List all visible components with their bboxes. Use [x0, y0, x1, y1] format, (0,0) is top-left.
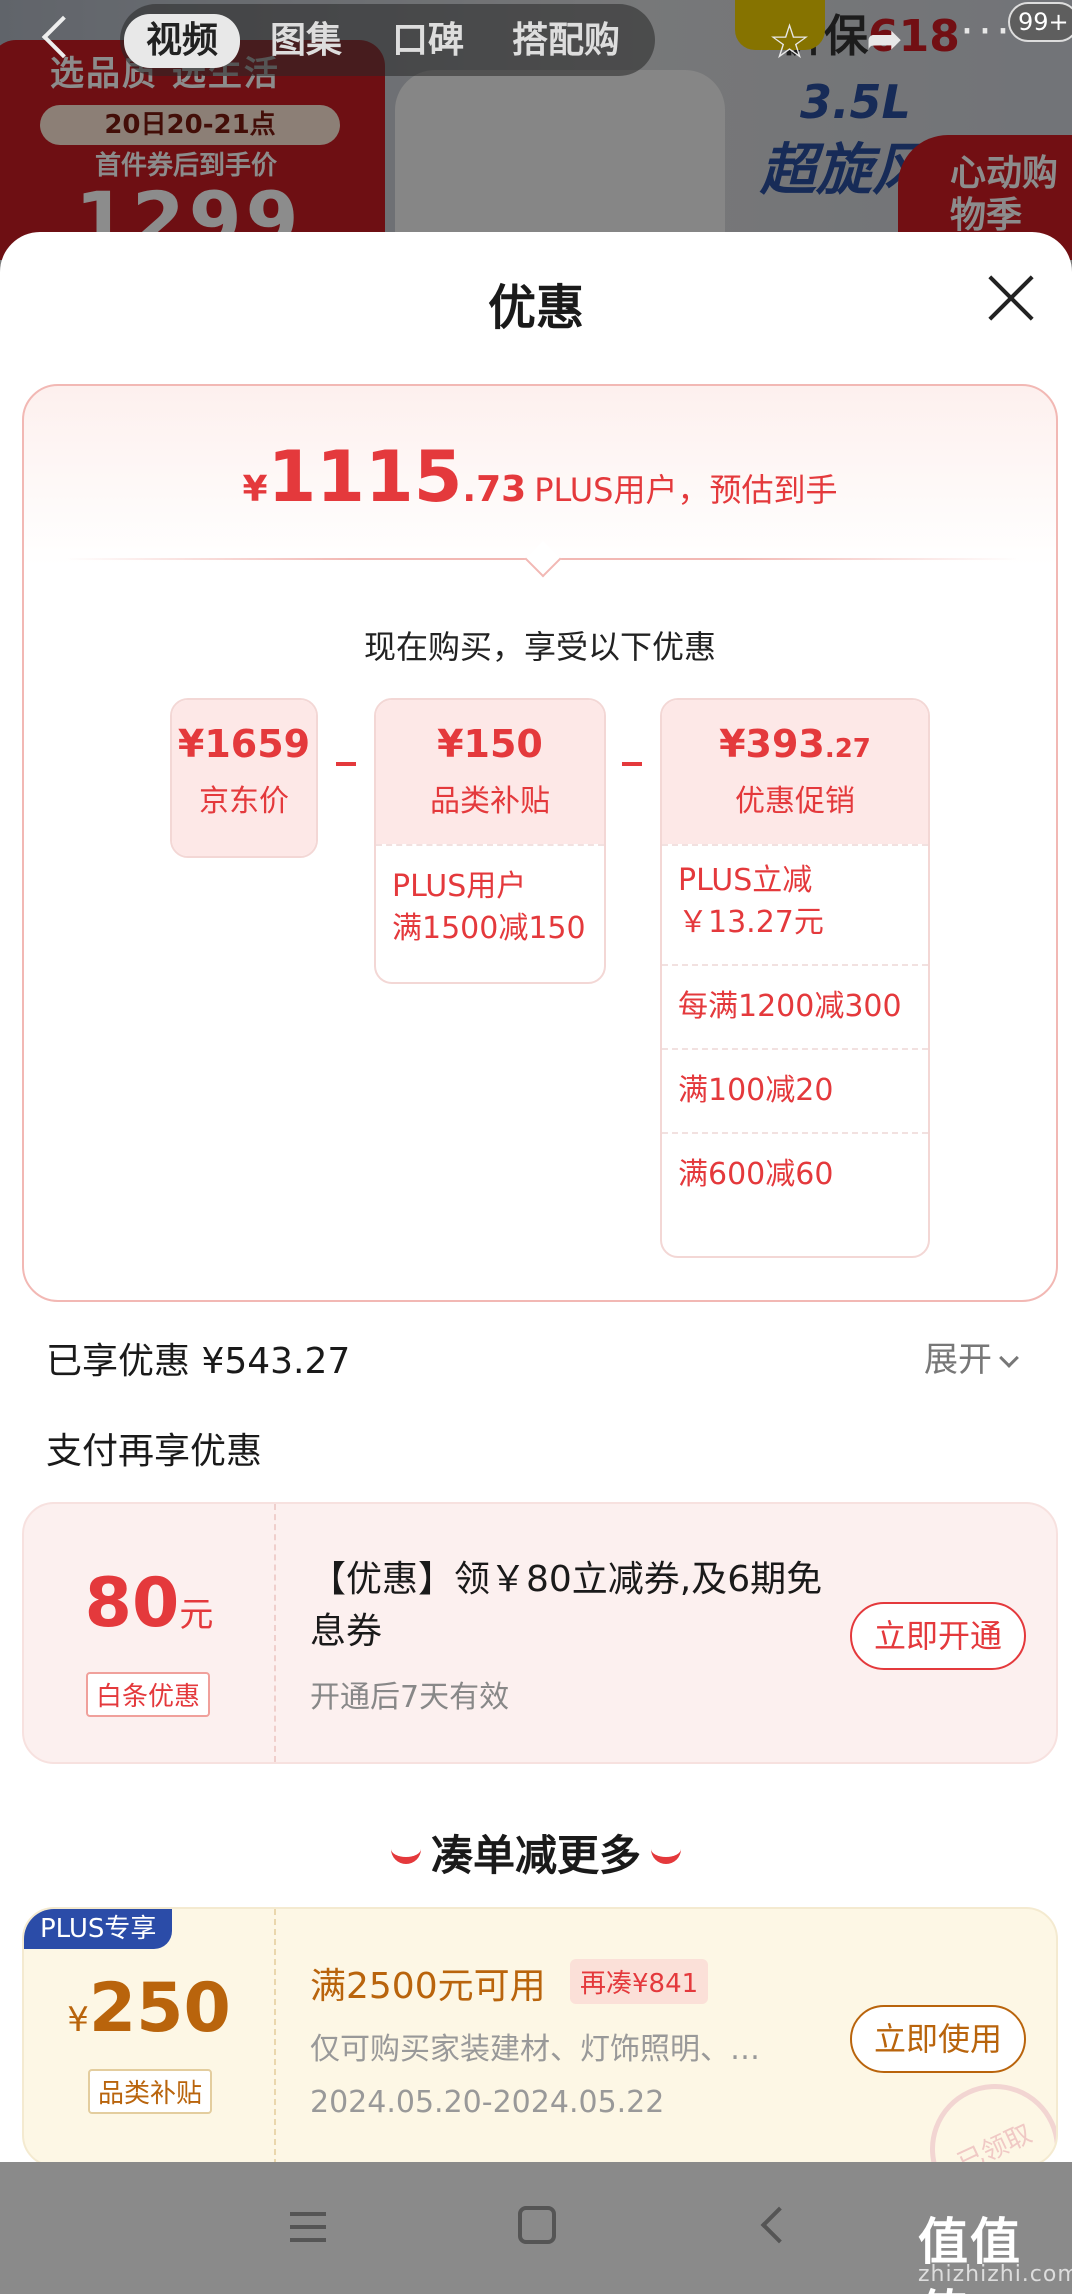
media-tabs: 视频 图集 口碑 搭配购 — [120, 4, 655, 76]
expand-button[interactable]: 展开 — [924, 1332, 1019, 1381]
tab-reviews[interactable]: 口碑 — [392, 16, 464, 66]
sheet-title: 优惠 — [487, 280, 584, 336]
product-header: 选品质 选生活 20日20-21点 首件券后到手价 1299 3.5L 超旋风 … — [0, 0, 1072, 260]
claimed-stamp: 已领取 — [908, 2062, 1056, 2165]
price-breakdown-card: ¥1115.73 PLUS用户，预估到手 现在购买，享受以下优惠 ¥1659 京东… — [22, 384, 1058, 1302]
favorite-star-icon[interactable]: ☆ — [768, 14, 811, 70]
subsidy-row: PLUS用户 满1500减150 — [376, 844, 604, 970]
top-navbar: 视频 图集 口碑 搭配购 ☆ ➦ ··· 99+ — [0, 0, 1072, 80]
coupon-description: 仅可购买家装建材、灯饰照明、… — [310, 2032, 760, 2067]
back-arrow-icon[interactable] — [41, 15, 85, 59]
final-price-currency: ¥ — [242, 469, 268, 510]
close-icon[interactable] — [985, 272, 1037, 324]
smile-icon — [651, 1848, 681, 1864]
share-icon[interactable]: ➦ — [866, 14, 903, 65]
expand-label: 展开 — [924, 1340, 992, 1380]
discount-sheet: 优惠 ¥1115.73 PLUS用户，预估到手 现在购买，享受以下优惠 ¥1659… — [0, 232, 1072, 2294]
system-navigation-bar: 值值值 zhizhizhi.com — [0, 2162, 1072, 2294]
final-price-integer: 1115 — [267, 436, 463, 518]
final-price-decimal: .73 — [462, 469, 527, 510]
chevron-down-icon — [999, 1348, 1019, 1368]
coupon-validity: 开通后7天有效 — [310, 1680, 510, 1715]
promo-row: 满100减20 — [662, 1048, 928, 1132]
enjoyed-discount: 已享优惠 ¥543.27 — [46, 1341, 351, 1382]
coupon-amount: ¥250 — [24, 1969, 274, 2048]
final-price: ¥1115.73 PLUS用户，预估到手 — [24, 436, 1056, 518]
final-price-note: PLUS用户，预估到手 — [534, 471, 838, 509]
plus-exclusive-badge: PLUS专享 — [24, 1909, 173, 1949]
home-icon[interactable] — [518, 2206, 556, 2244]
coupon-amount-number: 250 — [88, 1969, 231, 2048]
coupon-dates: 2024.05.20-2024.05.22 — [310, 2085, 665, 2120]
promo-row: PLUS立减 ￥13.27元 — [662, 844, 928, 964]
promotion-box: ¥393.27 优惠促销 PLUS立减 ￥13.27元 每满1200减300 满… — [660, 698, 930, 1258]
coupon-amount: 80元 — [24, 1564, 274, 1643]
more-savings-title: 凑单减更多 — [0, 1822, 1072, 1883]
category-subsidy-amount: ¥150 — [437, 722, 543, 766]
coupon-value-area: 80元 白条优惠 — [24, 1504, 276, 1762]
jd-price-box: ¥1659 京东价 — [170, 698, 318, 858]
more-savings-label: 凑单减更多 — [430, 1831, 641, 1880]
buy-now-text: 现在购买，享受以下优惠 — [363, 628, 716, 666]
promotion-amount: ¥393.27 — [662, 700, 928, 766]
jd-price-amount: ¥1659 — [177, 722, 311, 766]
baitiao-coupon: 80元 白条优惠 【优惠】领￥80立减券,及6期免息券 开通后7天有效 立即开通 — [22, 1502, 1058, 1764]
pay-more-title: 支付再享优惠 — [46, 1431, 263, 1472]
watermark-url: zhizhizhi.com — [918, 2262, 1072, 2287]
promotion-amount-decimal: .27 — [824, 734, 871, 764]
tab-bundle[interactable]: 搭配购 — [512, 16, 620, 66]
promo-row: 每满1200减300 — [662, 964, 928, 1048]
coupon-tag: 品类补贴 — [88, 2069, 213, 2114]
more-dots-icon[interactable]: ··· — [960, 6, 1014, 57]
promotion-label: 优惠促销 — [735, 784, 855, 819]
activate-button[interactable]: 立即开通 — [850, 1602, 1026, 1670]
coupon-extra-needed: 再凑¥841 — [570, 1959, 709, 2004]
coupon-title: 【优惠】领￥80立减券,及6期免息券 — [310, 1559, 823, 1652]
promo-row: 满600减60 — [662, 1132, 928, 1216]
divider-notch — [524, 540, 562, 578]
jd-price-label: 京东价 — [199, 784, 289, 819]
coupon-amount-unit: 元 — [179, 1595, 214, 1635]
minus-sign — [336, 762, 356, 766]
category-coupon: ¥250 品类补贴 PLUS专享 满2500元可用 再凑¥841 仅可购买家装建… — [22, 1907, 1058, 2167]
use-now-button[interactable]: 立即使用 — [850, 2005, 1026, 2073]
promotion-amount-integer: ¥393 — [719, 722, 825, 766]
coupon-condition: 满2500元可用 — [310, 1966, 546, 2007]
back-icon[interactable] — [760, 2206, 798, 2244]
notification-badge: 99+ — [1008, 2, 1072, 42]
minus-sign — [622, 762, 642, 766]
category-subsidy-label: 品类补贴 — [430, 784, 550, 819]
coupon-amount-number: 80 — [84, 1564, 180, 1643]
category-subsidy-box: ¥150 品类补贴 PLUS用户 满1500减150 — [374, 698, 606, 984]
menu-icon[interactable] — [290, 2212, 326, 2242]
smile-icon — [390, 1848, 421, 1864]
tab-gallery[interactable]: 图集 — [270, 16, 342, 66]
coupon-tag: 白条优惠 — [86, 1672, 211, 1717]
tab-video[interactable]: 视频 — [124, 14, 241, 68]
coupon-currency: ¥ — [67, 2000, 89, 2040]
